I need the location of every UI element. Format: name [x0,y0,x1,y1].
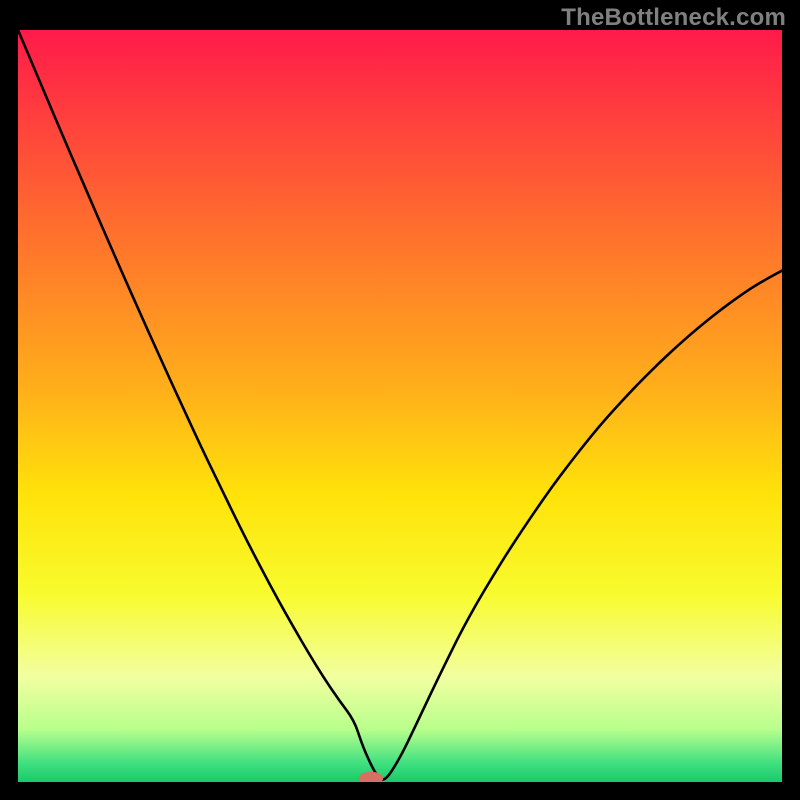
chart-frame: TheBottleneck.com [0,0,800,800]
chart-plot [18,30,782,782]
chart-svg [18,30,782,782]
chart-background [18,30,782,782]
watermark-label: TheBottleneck.com [561,4,786,32]
